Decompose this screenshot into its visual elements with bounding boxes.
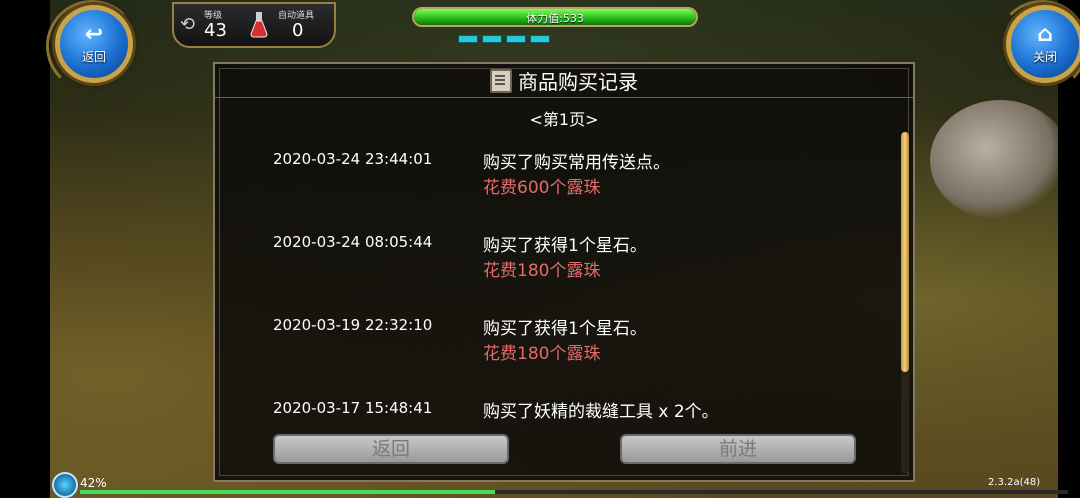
list-item: 2020-03-24 08:05:44 购买了获得1个星石。 花费180个露珠 — [235, 223, 875, 293]
loading-icon — [52, 472, 78, 498]
record-description: 购买了妖精的裁缝工具 x 2个。 — [483, 402, 719, 420]
record-time: 2020-03-24 23:44:01 — [273, 150, 433, 168]
auto-item-value: 0 — [292, 20, 304, 41]
close-button[interactable]: ⌂ 关闭 — [1006, 5, 1080, 83]
stamina-pip — [530, 35, 550, 43]
record-cost: 花费180个露珠 — [483, 261, 601, 281]
player-stats-plate: ⟲ 等级 43 自动道具 0 — [172, 2, 336, 48]
loading-percent: 42% — [80, 476, 107, 490]
record-time: 2020-03-17 15:48:41 — [273, 399, 433, 417]
level-value: 43 — [204, 20, 227, 41]
level-icon: ⟲ — [180, 14, 196, 35]
next-page-button[interactable]: 前进 — [620, 434, 856, 464]
back-button-label: 返回 — [81, 49, 106, 64]
record-description: 购买了购买常用传送点。 — [483, 153, 670, 173]
stamina-text: 体力值:533 — [526, 12, 584, 25]
panel-header: 商品购买记录 — [215, 64, 913, 98]
purchase-history-panel: 商品购买记录 <第1页> 2020-03-24 23:44:01 购买了购买常用… — [213, 62, 915, 482]
list-item: 2020-03-19 22:32:10 购买了获得1个星石。 花费180个露珠 — [235, 306, 875, 376]
return-arrow-icon: ↩ — [84, 21, 104, 47]
scrollbar-thumb[interactable] — [901, 132, 909, 372]
loading-fill — [80, 490, 495, 494]
stamina-pip — [458, 35, 478, 43]
stamina-pip — [482, 35, 502, 43]
background-rock — [930, 100, 1070, 220]
stamina-pips — [458, 35, 550, 43]
record-time: 2020-03-24 08:05:44 — [273, 233, 433, 251]
close-button-label: 关闭 — [1032, 49, 1057, 64]
clipboard-icon — [490, 68, 512, 93]
list-item: 2020-03-17 15:48:41 购买了妖精的裁缝工具 x 2个。 — [235, 389, 875, 420]
previous-page-button[interactable]: 返回 — [273, 434, 509, 464]
record-description: 购买了获得1个星石。 — [483, 319, 647, 339]
version-label: 2.3.2a(48) — [988, 477, 1041, 488]
page-indicator: <第1页> — [529, 110, 599, 129]
stamina-bar: 体力值:533 — [412, 7, 698, 27]
record-description: 购买了获得1个星石。 — [483, 236, 647, 256]
stamina-pip — [506, 35, 526, 43]
home-icon: ⌂ — [1037, 21, 1053, 47]
list-item: 2020-03-24 23:44:01 购买了购买常用传送点。 花费600个露珠 — [235, 140, 875, 210]
record-cost: 花费180个露珠 — [483, 344, 601, 364]
record-cost: 花费600个露珠 — [483, 178, 601, 198]
panel-title: 商品购买记录 — [518, 70, 638, 94]
purchase-record-list[interactable]: 2020-03-24 23:44:01 购买了购买常用传送点。 花费600个露珠… — [235, 140, 875, 420]
left-letterbox — [0, 0, 50, 498]
record-time: 2020-03-19 22:32:10 — [273, 316, 433, 334]
back-button[interactable]: ↩ 返回 — [55, 5, 133, 83]
potion-icon — [250, 12, 268, 38]
